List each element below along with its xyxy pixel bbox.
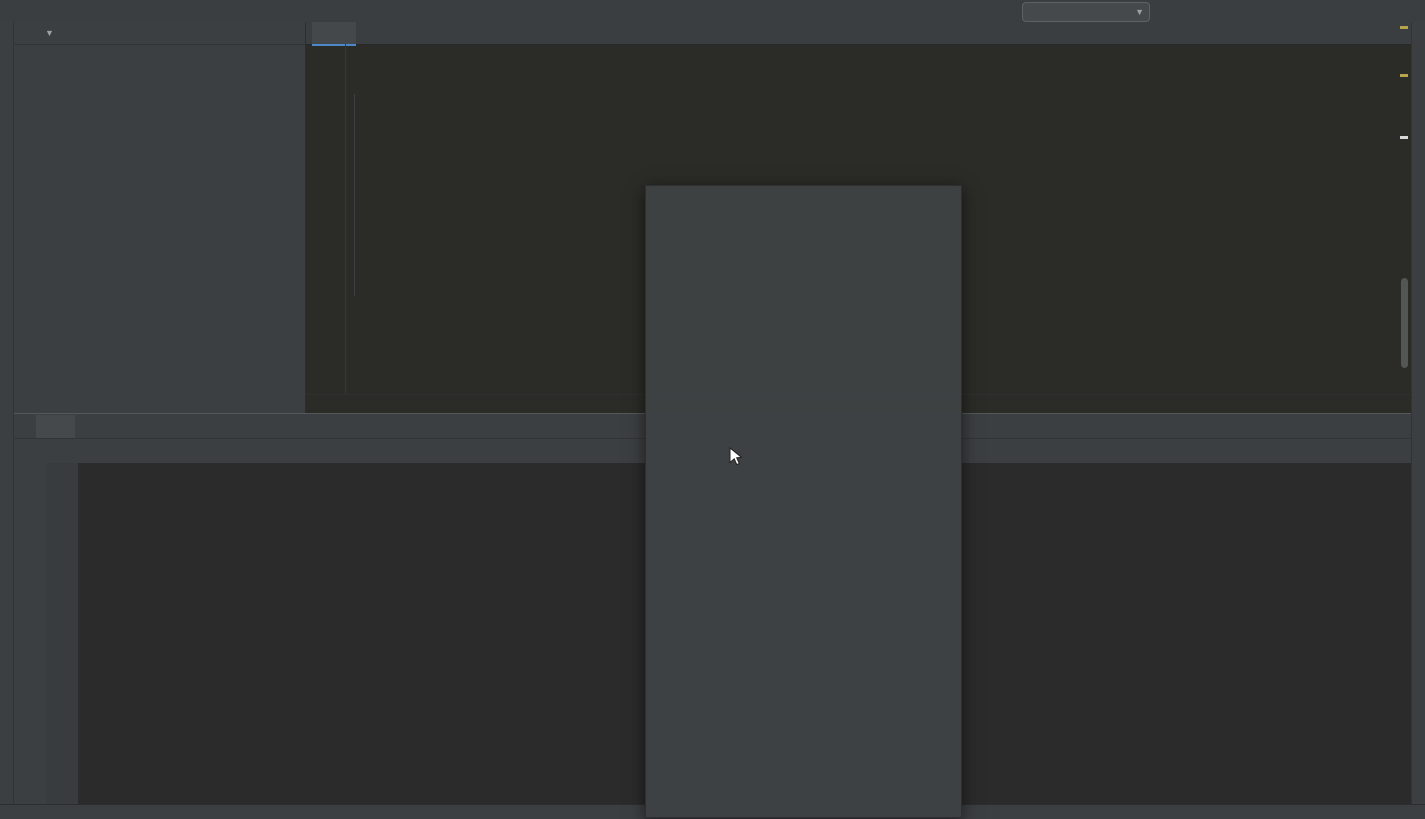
editor-tab-capitain-shield[interactable] [312,22,356,46]
editor-context-menu [645,185,962,818]
chevron-down-icon: ▼ [1135,7,1144,17]
project-panel-header[interactable]: ▼ [14,22,305,45]
top-breadcrumb-bar: ▼ [0,0,1425,23]
editor-tab-bar [306,22,1411,45]
mouse-cursor [729,447,743,467]
error-stripe-caret-mark[interactable] [1400,136,1408,139]
error-stripe-mark[interactable] [1400,74,1408,77]
event-log-icon [1394,806,1406,818]
fold-guide-line [354,94,355,296]
editor-scrollbar-thumb[interactable] [1401,278,1408,368]
debugger-bug-icon [21,443,37,459]
run-config-select[interactable]: ▼ [1022,2,1150,22]
project-panel: ▼ [14,22,306,413]
project-tree [14,46,305,413]
python-icon [1028,6,1041,19]
error-stripe-mark[interactable] [1400,26,1408,29]
console-actions-toolbar [46,463,78,804]
toolwindow-quick-access-icon[interactable] [4,806,16,818]
right-toolwindow-bar [1411,22,1425,804]
debug-actions-toolbar [14,463,46,804]
gutter-divider [345,44,346,399]
project-view-icon [22,27,35,40]
python-icon [321,27,334,40]
python-icon [44,420,57,433]
chevron-down-icon: ▼ [45,28,54,38]
event-log-button[interactable] [1394,806,1411,818]
debug-session-tab[interactable] [36,415,75,438]
left-toolwindow-bar [0,22,14,804]
